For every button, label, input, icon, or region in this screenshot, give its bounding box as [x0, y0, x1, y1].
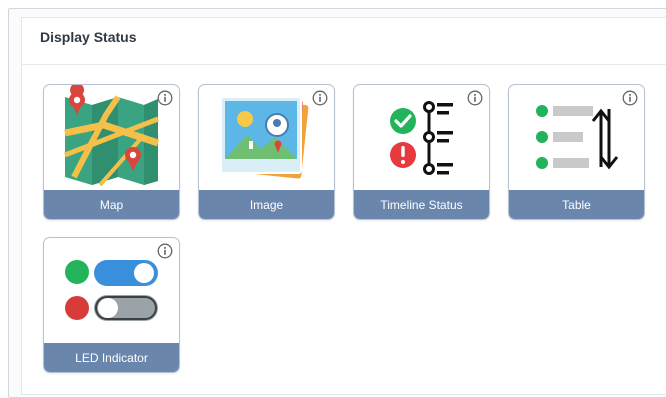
tile-timeline-status[interactable]: Timeline Status [353, 84, 490, 220]
info-icon[interactable] [157, 90, 173, 106]
info-icon[interactable] [157, 243, 173, 259]
tile-map[interactable]: Map [43, 84, 180, 220]
tile-image[interactable]: Image [198, 84, 335, 220]
tile-label: Map [44, 190, 179, 219]
info-icon[interactable] [622, 90, 638, 106]
tile-label: Image [199, 190, 334, 219]
panel-title: Display Status [40, 29, 137, 45]
tile-table[interactable]: Table [508, 84, 645, 220]
info-icon[interactable] [467, 90, 483, 106]
panel-header: Display Status [22, 18, 666, 65]
tile-led-indicator[interactable]: LED Indicator [43, 237, 180, 373]
display-status-panel: Display Status Map Image Timeline Status… [21, 17, 666, 395]
tile-label: LED Indicator [44, 343, 179, 372]
tile-label: Table [509, 190, 644, 219]
info-icon[interactable] [312, 90, 328, 106]
tile-label: Timeline Status [354, 190, 489, 219]
